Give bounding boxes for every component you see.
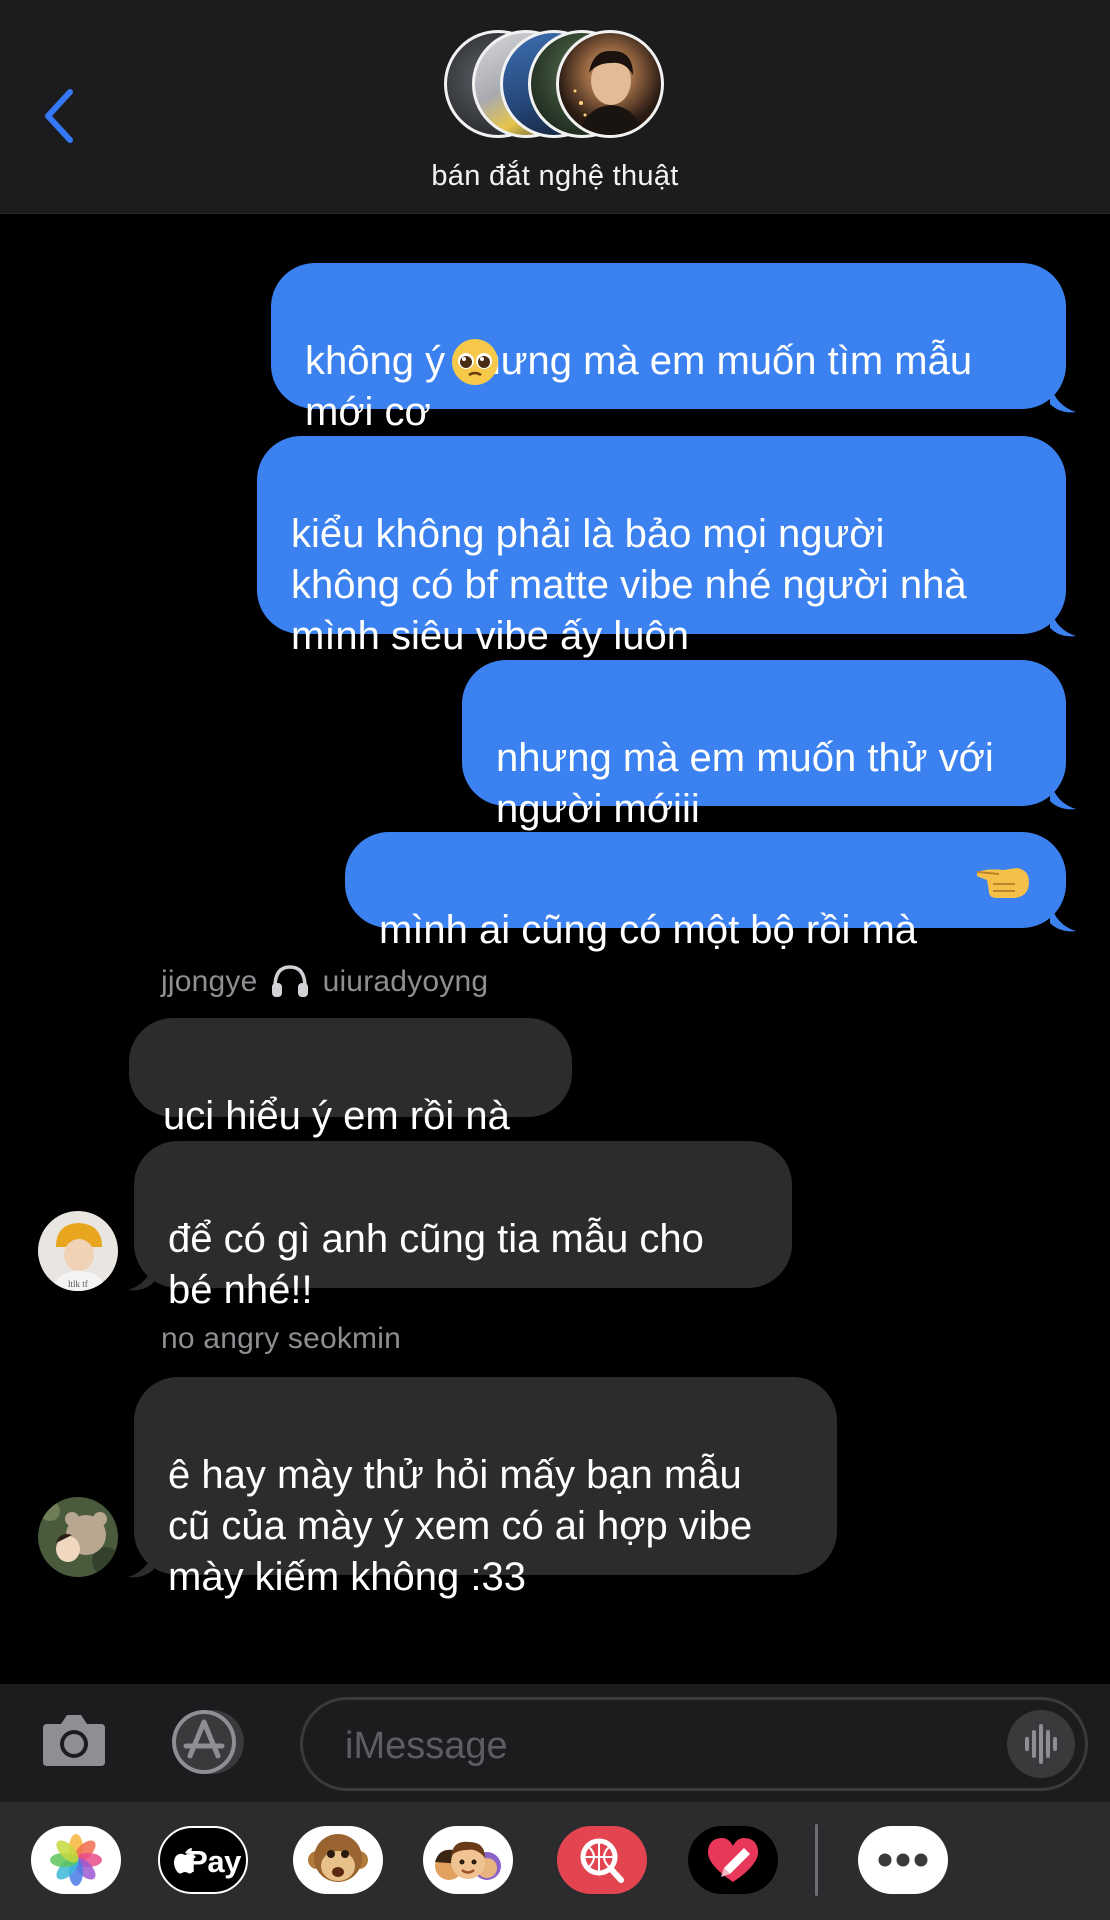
- yellow-hat-avatar[interactable]: ltlk tf: [38, 1211, 118, 1291]
- photos-icon[interactable]: [31, 1826, 121, 1894]
- sender-name: jjongye uiuradyoyng: [161, 965, 489, 998]
- bubble-tail: [128, 1262, 154, 1291]
- bubble-tail: [1050, 903, 1076, 932]
- member-avatar: [556, 30, 664, 138]
- memoji-icon[interactable]: [423, 1826, 513, 1894]
- headphones-icon: [272, 965, 309, 997]
- camera-icon[interactable]: [41, 1710, 107, 1768]
- teddy-bear-avatar[interactable]: [38, 1497, 118, 1577]
- bubble-tail: [1050, 384, 1076, 413]
- animoji-monkey-icon[interactable]: [293, 1826, 383, 1894]
- received-message-bubble[interactable]: để có gì anh cũng tia mẫu cho bé nhé!!: [134, 1141, 792, 1312]
- message-text: không ý nhưng mà em muốn tìm mẫu mới cơ: [305, 339, 973, 434]
- sender-name: no angry seokmin: [161, 1322, 401, 1355]
- tray-divider: [815, 1824, 818, 1896]
- bubble-tail: [1050, 608, 1076, 637]
- app-tray: Pay: [0, 1802, 1110, 1920]
- imessage-field[interactable]: [300, 1697, 1088, 1791]
- bubble-tail: [1050, 781, 1076, 810]
- waveform-icon[interactable]: [1007, 1710, 1075, 1778]
- sent-message-bubble[interactable]: kiểu không phải là bảo mọi người không c…: [257, 436, 1066, 658]
- group-name[interactable]: bán đắt nghệ thuật: [0, 160, 1110, 193]
- chevron-left-icon[interactable]: [40, 86, 80, 146]
- app-store-icon[interactable]: [168, 1708, 256, 1776]
- received-message-bubble[interactable]: uci hiểu ý em rồi nà: [129, 1018, 572, 1138]
- conversation-header: bán đắt nghệ thuật: [0, 0, 1110, 214]
- backhand-pointing-left-emoji: [976, 868, 1029, 898]
- message-text: nhưng mà em muốn thử với người mớiii: [496, 736, 994, 831]
- image-search-icon[interactable]: [557, 1826, 647, 1894]
- sent-message-bubble[interactable]: không ý nhưng mà em muốn tìm mẫu mới cơ: [271, 263, 1066, 434]
- message-text: uci hiểu ý em rồi nà: [163, 1094, 510, 1138]
- bubble-tail: [128, 1549, 154, 1578]
- pleading-face-emoji: [452, 339, 498, 385]
- more-icon[interactable]: [858, 1826, 948, 1894]
- received-message-bubble[interactable]: ê hay mày thử hỏi mấy bạn mẫu cũ của mày…: [134, 1377, 837, 1599]
- message-text: để có gì anh cũng tia mẫu cho bé nhé!!: [168, 1217, 704, 1312]
- message-input[interactable]: [343, 1718, 987, 1774]
- message-input-bar: [0, 1684, 1110, 1802]
- message-text: ê hay mày thử hỏi mấy bạn mẫu cũ của mày…: [168, 1453, 753, 1599]
- sent-message-bubble[interactable]: nhưng mà em muốn thử với người mớiii: [462, 660, 1066, 831]
- digital-touch-icon[interactable]: [688, 1826, 778, 1894]
- message-text: mình ai cũng có một bộ rồi mà: [379, 908, 918, 952]
- message-text: kiểu không phải là bảo mọi người không c…: [291, 512, 967, 658]
- svg-text:ltlk tf: ltlk tf: [68, 1279, 88, 1289]
- sent-message-bubble[interactable]: mình ai cũng có một bộ rồi mà: [345, 832, 1066, 952]
- group-avatars[interactable]: [442, 30, 668, 144]
- apple-pay-icon[interactable]: Pay: [158, 1826, 248, 1894]
